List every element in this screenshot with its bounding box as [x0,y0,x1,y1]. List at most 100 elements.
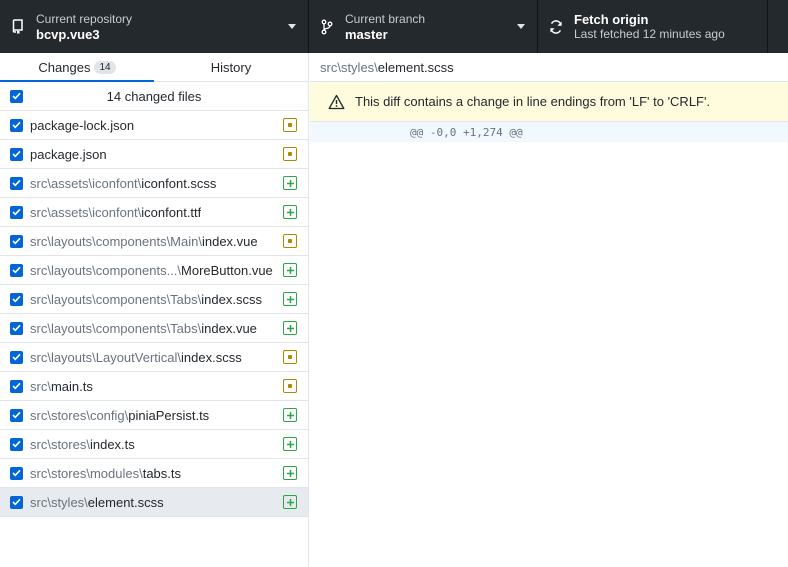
check-icon [12,150,21,158]
file-checkbox[interactable] [10,118,23,132]
file-path: src\styles\element.scss [30,495,164,510]
file-checkbox[interactable] [10,466,23,480]
check-icon [12,121,21,129]
file-row[interactable]: package.json [0,140,308,169]
file-checkbox[interactable] [10,147,23,161]
file-checkbox[interactable] [10,292,23,306]
file-row[interactable]: src\stores\config\piniaPersist.ts [0,401,308,430]
tab-history-label: History [210,59,252,75]
file-name: index.vue [201,320,257,336]
repo-icon [10,18,26,35]
fetch-origin-button[interactable]: Fetch origin Last fetched 12 minutes ago [538,0,768,53]
modified-icon [283,350,297,364]
check-icon [12,179,21,187]
file-path: package.json [30,147,107,162]
file-name: index.scss [201,291,262,307]
file-dir: src\styles\ [30,494,88,510]
file-row[interactable]: src\stores\index.ts [0,430,308,459]
file-checkbox[interactable] [10,176,23,190]
file-row[interactable]: src\assets\iconfont\iconfont.scss [0,169,308,198]
alert-icon [328,94,345,109]
file-row[interactable]: src\stores\modules\tabs.ts [0,459,308,488]
hunk-text: @@ -0,0 +1,274 @@ [410,125,523,139]
file-row[interactable]: src\layouts\LayoutVertical\index.scss [0,343,308,372]
fetch-title: Fetch origin [574,11,649,27]
file-dir: src\ [30,378,51,394]
added-icon [283,263,297,277]
added-icon [283,205,297,219]
added-icon [283,495,297,509]
file-name: main.ts [50,378,93,394]
repository-label: Current repository [36,11,133,26]
file-row[interactable]: src\assets\iconfont\iconfont.ttf [0,198,308,227]
check-icon [12,411,21,419]
file-name: MoreButton.vue [181,262,273,278]
diff-path-file: element.scss [377,59,454,75]
check-icon [12,469,21,477]
file-checkbox[interactable] [10,379,23,393]
file-dir: src\layouts\components\Tabs\ [30,320,202,336]
line-ending-warning: This diff contains a change in line endi… [310,82,788,122]
added-icon [283,321,297,335]
tab-history[interactable]: History [154,53,308,81]
added-icon [283,292,297,306]
file-row[interactable]: src\layouts\components...\MoreButton.vue [0,256,308,285]
file-row[interactable]: src\styles\element.scss [0,488,308,517]
file-name: index.vue [201,233,258,249]
file-checkbox[interactable] [10,408,23,422]
added-icon [283,437,297,451]
file-row[interactable]: src\layouts\components\Tabs\index.scss [0,285,308,314]
file-path: src\stores\modules\tabs.ts [30,466,181,481]
file-dir: src\stores\ [30,436,90,452]
file-name: element.scss [87,494,164,510]
file-checkbox[interactable] [10,437,23,451]
modified-icon [283,234,297,248]
modified-icon [283,379,297,393]
added-icon [283,176,297,190]
file-path: package-lock.json [30,118,134,133]
file-row[interactable]: src\layouts\components\Main\index.vue [0,227,308,256]
branch-label: Current branch [345,11,426,26]
changes-sidebar: Changes 14 History 14 changed files pack… [0,53,309,567]
warning-text: This diff contains a change in line endi… [355,94,711,109]
file-path: src\layouts\components\Main\index.vue [30,234,258,249]
file-name: package-lock.json [30,117,135,133]
chevron-down-icon [288,24,296,29]
check-icon [12,324,21,332]
select-all-checkbox[interactable] [10,89,23,103]
file-dir: src\stores\modules\ [30,465,143,481]
file-row[interactable]: src\layouts\components\Tabs\index.vue [0,314,308,343]
file-dir: src\assets\iconfont\ [30,204,142,220]
file-dir: src\layouts\LayoutVertical\ [30,349,182,365]
file-path: src\main.ts [30,379,93,394]
diff-path-dir: src\styles\ [320,59,378,75]
file-checkbox[interactable] [10,234,23,248]
file-checkbox[interactable] [10,321,23,335]
file-path: src\stores\index.ts [30,437,135,452]
current-repository-button[interactable]: Current repository bcvp.vue3 [0,0,309,53]
file-path: src\layouts\LayoutVertical\index.scss [30,350,242,365]
current-branch-button[interactable]: Current branch master [309,0,538,53]
file-path: src\layouts\components\Tabs\index.vue [30,321,257,336]
file-path: src\assets\iconfont\iconfont.scss [30,176,216,191]
file-checkbox[interactable] [10,350,23,364]
changed-files-summary: 14 changed files [106,88,202,104]
file-row[interactable]: src\main.ts [0,372,308,401]
tab-changes[interactable]: Changes 14 [0,53,154,82]
check-icon [12,237,21,245]
fetch-subtitle: Last fetched 12 minutes ago [574,26,725,41]
file-checkbox[interactable] [10,205,23,219]
file-name: piniaPersist.ts [128,407,210,423]
file-path: src\layouts\components\Tabs\index.scss [30,292,262,307]
changes-count-badge: 14 [94,60,116,74]
file-row[interactable]: package-lock.json [0,111,308,140]
sync-icon [548,19,564,35]
file-checkbox[interactable] [10,263,23,277]
check-icon [12,295,21,303]
file-checkbox[interactable] [10,495,23,509]
chevron-down-icon [517,24,525,29]
check-icon [12,382,21,390]
select-all-row: 14 changed files [0,82,308,111]
check-icon [12,92,21,100]
added-icon [283,466,297,480]
